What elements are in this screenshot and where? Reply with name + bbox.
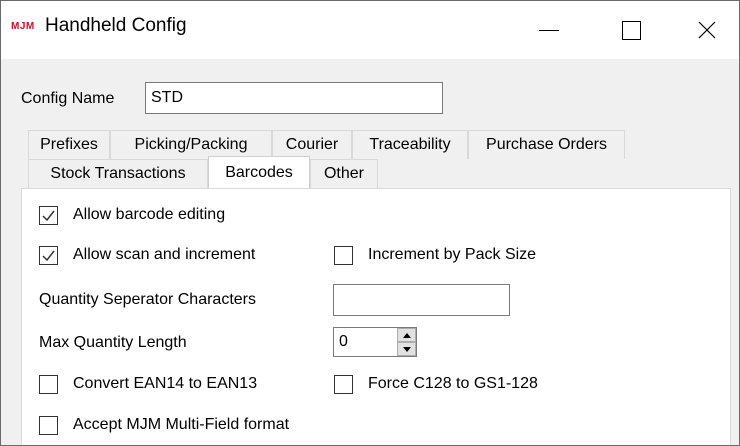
allow-barcode-editing-checkbox[interactable] <box>39 206 58 225</box>
allow-scan-increment-label: Allow scan and increment <box>73 246 256 263</box>
triangle-up-icon <box>402 332 411 338</box>
checkmark-icon <box>42 250 55 262</box>
barcodes-settings: Allow barcode editing Allow scan and inc… <box>1 1 739 445</box>
force-c128-checkbox[interactable] <box>334 375 353 394</box>
convert-ean-label: Convert EAN14 to EAN13 <box>73 375 258 392</box>
allow-barcode-editing-label: Allow barcode editing <box>73 206 226 223</box>
checkmark-icon <box>42 210 55 222</box>
force-c128-label: Force C128 to GS1-128 <box>368 375 538 392</box>
triangle-down-icon <box>402 346 411 352</box>
max-qty-spin-buttons <box>397 328 416 356</box>
spin-down-button[interactable] <box>397 342 416 356</box>
max-qty-length-label: Max Quantity Length <box>39 334 187 351</box>
increment-pack-size-label: Increment by Pack Size <box>368 246 537 263</box>
allow-scan-increment-checkbox[interactable] <box>39 246 58 265</box>
spin-up-button[interactable] <box>397 328 416 342</box>
accept-multifield-checkbox[interactable] <box>39 416 58 435</box>
accept-multifield-label: Accept MJM Multi-Field format <box>73 416 290 433</box>
convert-ean-checkbox[interactable] <box>39 375 58 394</box>
increment-pack-size-checkbox[interactable] <box>334 246 353 265</box>
handheld-config-window: MJM Handheld Config Config Name Prefixes… <box>0 0 740 446</box>
qty-separator-input[interactable] <box>334 285 509 315</box>
qty-separator-label: Quantity Seperator Characters <box>39 291 256 308</box>
qty-separator-field[interactable] <box>333 284 510 316</box>
